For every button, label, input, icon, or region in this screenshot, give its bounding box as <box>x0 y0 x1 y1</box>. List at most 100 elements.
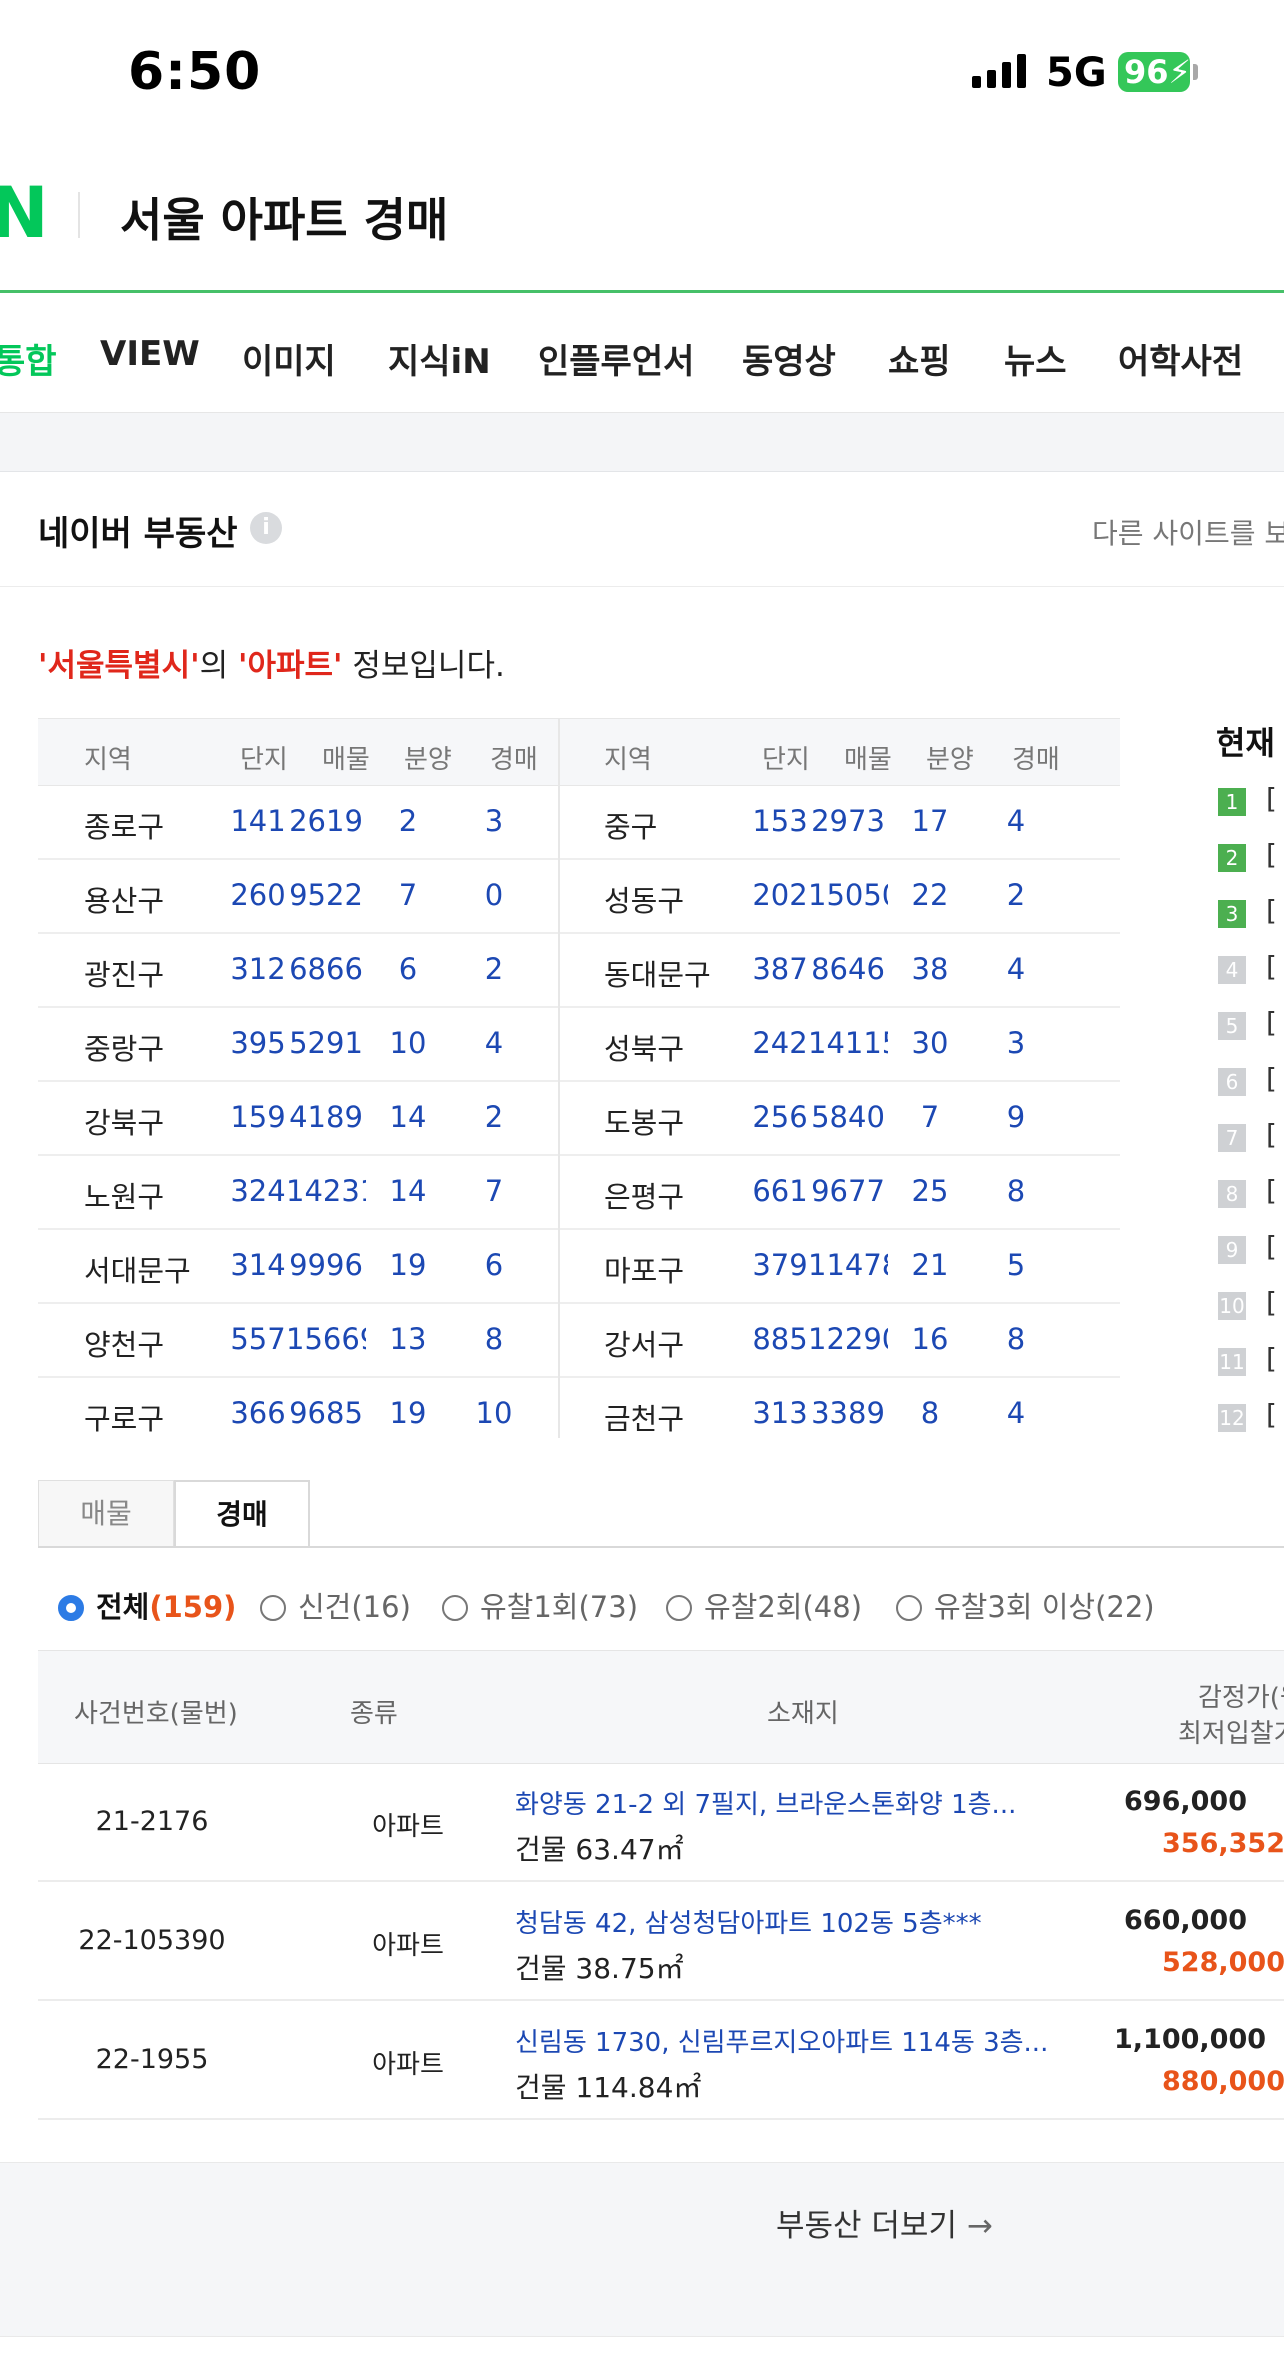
region-name: 서대문구 <box>84 1254 191 1288</box>
rank-item[interactable]: [ <box>1266 950 1277 983</box>
presale-count[interactable]: 21 <box>890 1248 970 1282</box>
presale-count[interactable]: 14 <box>368 1174 448 1208</box>
listing-count[interactable]: 11478 <box>808 1248 888 1282</box>
presale-count[interactable]: 7 <box>890 1100 970 1134</box>
presale-count[interactable]: 17 <box>890 804 970 838</box>
listing-count[interactable]: 2973 <box>808 804 888 838</box>
presale-count[interactable]: 30 <box>890 1026 970 1060</box>
rank-item[interactable]: [ <box>1266 1230 1277 1263</box>
tab-view[interactable]: VIEW <box>100 334 200 374</box>
listing-count[interactable]: 8646 <box>808 952 888 986</box>
auction-row[interactable]: 22-105390 아파트 청담동 42, 삼성청담아파트 102동 5층*** 건물… <box>38 1881 1284 2001</box>
rank-number: 4 <box>1218 956 1246 984</box>
listing-count[interactable]: 6866 <box>286 952 366 986</box>
tab-news[interactable]: 뉴스 <box>1004 334 1067 383</box>
listing-count[interactable]: 14231 <box>286 1174 366 1208</box>
search-query[interactable]: 서울 아파트 경매 <box>120 184 448 250</box>
auction-count[interactable]: 8 <box>454 1322 534 1356</box>
rank-item[interactable]: [ <box>1266 1174 1277 1207</box>
presale-count[interactable]: 19 <box>368 1396 448 1430</box>
listing-count[interactable]: 9522 <box>286 878 366 912</box>
auction-count[interactable]: 8 <box>976 1322 1056 1356</box>
presale-count[interactable]: 13 <box>368 1322 448 1356</box>
listing-count[interactable]: 15669 <box>286 1322 366 1356</box>
presale-count[interactable]: 8 <box>890 1396 970 1430</box>
auction-count[interactable]: 2 <box>454 952 534 986</box>
listing-count[interactable]: 4189 <box>286 1100 366 1134</box>
auction-count[interactable]: 4 <box>976 952 1056 986</box>
listing-count[interactable]: 5840 <box>808 1100 888 1134</box>
tab-image[interactable]: 이미지 <box>242 334 336 383</box>
tab-shopping[interactable]: 쇼핑 <box>888 334 951 383</box>
listing-count[interactable]: 9996 <box>286 1248 366 1282</box>
rank-item[interactable]: [ <box>1266 838 1277 871</box>
rank-item[interactable]: [ <box>1266 782 1277 815</box>
rank-item[interactable]: [ <box>1266 1398 1277 1431</box>
presale-count[interactable]: 2 <box>368 804 448 838</box>
property-address-link[interactable]: 청담동 42, 삼성청담아파트 102동 5층*** <box>515 1903 982 1940</box>
tab-all[interactable]: 통합 <box>0 334 57 383</box>
presale-count[interactable]: 38 <box>890 952 970 986</box>
auction-count[interactable]: 6 <box>454 1248 534 1282</box>
rank-item[interactable]: [ <box>1266 1342 1277 1375</box>
tab-video[interactable]: 동영상 <box>742 334 836 383</box>
more-realestate-link[interactable]: 부동산 더보기 → <box>776 2200 993 2245</box>
rank-item[interactable]: [ <box>1266 1286 1277 1319</box>
other-site-link[interactable]: 다른 사이트를 보 <box>1092 512 1284 552</box>
presale-count[interactable]: 22 <box>890 878 970 912</box>
tab-dictionary[interactable]: 어학사전 <box>1118 334 1243 383</box>
presale-count[interactable]: 19 <box>368 1248 448 1282</box>
filter-fail-2[interactable]: 유찰2회(48) <box>666 1584 862 1626</box>
listing-count[interactable]: 2619 <box>286 804 366 838</box>
auction-count[interactable]: 4 <box>976 804 1056 838</box>
tab-influencer[interactable]: 인플루언서 <box>538 334 694 383</box>
auction-count[interactable]: 3 <box>454 804 534 838</box>
listing-count[interactable]: 3389 <box>808 1396 888 1430</box>
rank-item[interactable]: [ <box>1266 894 1277 927</box>
presale-count[interactable]: 14 <box>368 1100 448 1134</box>
auction-count[interactable]: 2 <box>976 878 1056 912</box>
listing-count[interactable]: 5291 <box>286 1026 366 1060</box>
auction-count[interactable]: 9 <box>976 1100 1056 1134</box>
auction-count[interactable]: 2 <box>454 1100 534 1134</box>
rank-number: 9 <box>1218 1236 1246 1264</box>
auction-count[interactable]: 10 <box>454 1396 534 1430</box>
presale-count[interactable]: 7 <box>368 878 448 912</box>
region-table: 지역 단지 매물 분양 경매 지역 단지 매물 분양 경매 종로구 141 2619… <box>38 718 1120 1438</box>
more-band <box>0 2162 1284 2278</box>
subtab-listing[interactable]: 매물 <box>38 1480 174 1546</box>
listing-count[interactable]: 14115 <box>808 1026 888 1060</box>
auction-count[interactable]: 3 <box>976 1026 1056 1060</box>
rank-item[interactable]: [ <box>1266 1006 1277 1039</box>
rank-number: 10 <box>1218 1292 1246 1320</box>
tab-knowledge[interactable]: 지식iN <box>388 334 491 383</box>
auction-count[interactable]: 4 <box>454 1026 534 1060</box>
listing-count[interactable]: 9685 <box>286 1396 366 1430</box>
presale-count[interactable]: 25 <box>890 1174 970 1208</box>
presale-count[interactable]: 10 <box>368 1026 448 1060</box>
auction-count[interactable]: 8 <box>976 1174 1056 1208</box>
filter-all[interactable]: 전체(159) <box>58 1584 236 1626</box>
auction-count[interactable]: 7 <box>454 1174 534 1208</box>
filter-fail-3[interactable]: 유찰3회 이상(22) <box>896 1584 1155 1626</box>
property-address-link[interactable]: 화양동 21-2 외 7필지, 브라운스톤화양 1층... <box>515 1784 1016 1821</box>
auction-count[interactable]: 0 <box>454 878 534 912</box>
section-title[interactable]: 네이버 부동산 <box>38 506 238 555</box>
filter-fail-1[interactable]: 유찰1회(73) <box>442 1584 638 1626</box>
presale-count[interactable]: 16 <box>890 1322 970 1356</box>
auction-row[interactable]: 22-1955 아파트 신림동 1730, 신림푸르지오아파트 114동 3층...… <box>38 2000 1284 2120</box>
listing-count[interactable]: 15050 <box>808 878 888 912</box>
rank-item[interactable]: [ <box>1266 1118 1277 1151</box>
presale-count[interactable]: 6 <box>368 952 448 986</box>
auction-row[interactable]: 21-2176 아파트 화양동 21-2 외 7필지, 브라운스톤화양 1층... 건… <box>38 1762 1284 1882</box>
listing-count[interactable]: 9677 <box>808 1174 888 1208</box>
naver-logo[interactable]: N <box>0 172 49 254</box>
auction-count[interactable]: 5 <box>976 1248 1056 1282</box>
auction-count[interactable]: 4 <box>976 1396 1056 1430</box>
info-icon[interactable]: i <box>250 512 282 544</box>
filter-new[interactable]: 신건(16) <box>260 1584 411 1626</box>
property-address-link[interactable]: 신림동 1730, 신림푸르지오아파트 114동 3층... <box>515 2022 1048 2059</box>
subtab-auction[interactable]: 경매 <box>174 1480 310 1548</box>
rank-item[interactable]: [ <box>1266 1062 1277 1095</box>
listing-count[interactable]: 12290 <box>808 1322 888 1356</box>
